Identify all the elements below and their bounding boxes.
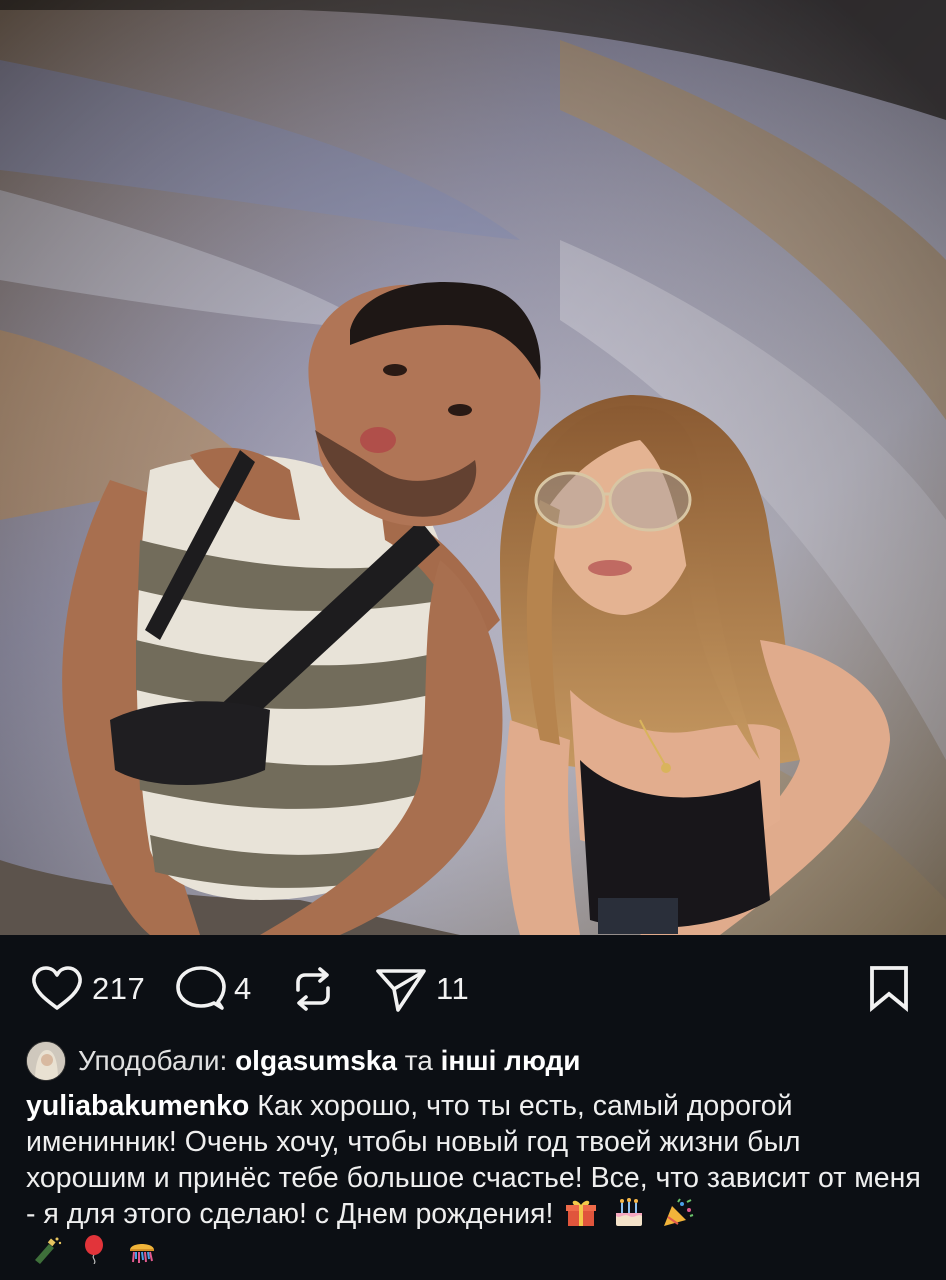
post-caption: yuliabakumenko Как хорошо, что ты есть, … — [26, 1088, 921, 1268]
post-action-bar: 217 4 11 — [0, 935, 946, 1045]
heart-icon — [32, 966, 82, 1010]
like-button[interactable]: 217 — [30, 964, 145, 1014]
liked-by-conjunction: та — [404, 1045, 433, 1076]
avatar-image — [27, 1042, 65, 1080]
post-photo[interactable] — [0, 0, 946, 935]
confetti-ball-emoji-icon — [129, 1244, 154, 1263]
bookmark-icon — [870, 966, 908, 1012]
comments-count: 4 — [234, 971, 252, 1006]
liked-by-username[interactable]: olgasumska — [235, 1045, 397, 1077]
caption-username[interactable]: yuliabakumenko — [26, 1090, 249, 1122]
save-button[interactable] — [868, 964, 910, 1012]
photo-illustration — [0, 0, 946, 935]
liker-avatar[interactable] — [26, 1041, 66, 1081]
liked-by-line[interactable]: Уподобали: olgasumska та інші люди — [26, 1040, 581, 1082]
shares-count: 11 — [436, 971, 470, 1006]
gift-emoji-icon — [566, 1200, 597, 1226]
send-icon — [376, 969, 426, 1012]
liked-by-label: Уподобали: — [78, 1045, 228, 1076]
share-button[interactable]: 11 — [374, 964, 469, 1014]
comment-button[interactable]: 4 — [174, 964, 252, 1014]
repost-button[interactable] — [288, 964, 338, 1014]
comment-bubble-icon — [176, 966, 226, 1010]
party-popper-emoji-icon — [664, 1198, 694, 1226]
liked-by-others-link[interactable]: інші люди — [441, 1045, 581, 1077]
balloon-emoji-icon — [84, 1235, 103, 1264]
champagne-emoji-icon — [35, 1237, 62, 1264]
birthday-cake-emoji-icon — [616, 1198, 643, 1226]
likes-count: 217 — [92, 971, 146, 1006]
repost-icon — [296, 967, 330, 1011]
